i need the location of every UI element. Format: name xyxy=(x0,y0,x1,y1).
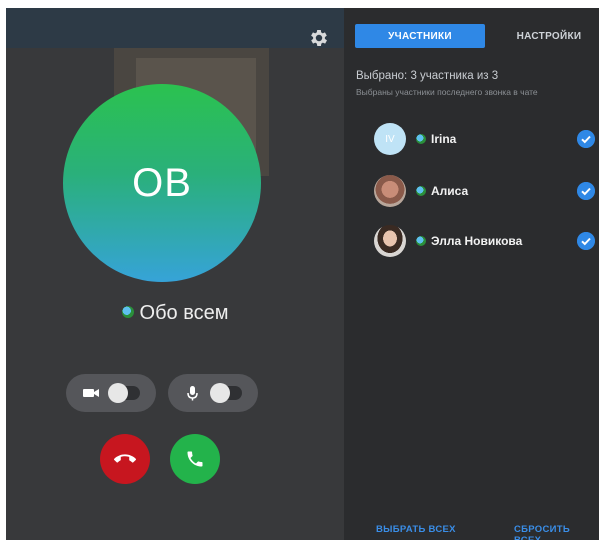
participant-row[interactable]: Алиса xyxy=(344,169,599,213)
avatar-initials: IV xyxy=(385,133,395,145)
participant-row[interactable]: Элла Новикова xyxy=(344,219,599,263)
caller-name-row: Обо всем xyxy=(6,302,344,325)
call-window: OB Обо всем УЧАСТНИКИ НАСТРОЙКИ Выбрано:… xyxy=(6,8,599,540)
microphone-icon xyxy=(187,386,198,401)
participant-name: Элла Новикова xyxy=(431,234,523,248)
accept-call-button[interactable] xyxy=(170,434,220,484)
checkbox-checked-icon[interactable] xyxy=(577,182,595,200)
participant-row[interactable]: IV Irina xyxy=(344,117,599,161)
hangup-icon xyxy=(114,454,136,463)
tab-participants[interactable]: УЧАСТНИКИ xyxy=(355,24,485,48)
globe-icon xyxy=(416,236,426,246)
camera-icon xyxy=(83,389,99,397)
switch-knob xyxy=(210,383,230,403)
globe-icon xyxy=(416,134,426,144)
caller-avatar-initials: OB xyxy=(132,160,192,205)
microphone-toggle[interactable] xyxy=(168,374,258,412)
avatar: IV xyxy=(374,123,406,155)
caller-name: Обо всем xyxy=(139,302,229,324)
tab-settings[interactable]: НАСТРОЙКИ xyxy=(504,24,594,48)
microphone-switch[interactable] xyxy=(210,383,242,403)
camera-switch[interactable] xyxy=(108,383,140,403)
camera-toggle[interactable] xyxy=(66,374,156,412)
globe-icon xyxy=(121,305,134,318)
end-call-button[interactable] xyxy=(100,434,150,484)
phone-icon xyxy=(187,451,203,467)
selection-count: Выбрано: 3 участника из 3 xyxy=(356,70,499,82)
select-all-button[interactable]: ВЫБРАТЬ ВСЕХ xyxy=(376,524,456,535)
avatar xyxy=(374,225,406,257)
call-panel: OB Обо всем xyxy=(6,8,344,540)
video-background-top xyxy=(6,8,344,48)
participant-name: Алиса xyxy=(431,184,469,198)
reset-all-button[interactable]: СБРОСИТЬ ВСЕХ xyxy=(514,524,599,540)
switch-knob xyxy=(108,383,128,403)
participants-actions: ВЫБРАТЬ ВСЕХ СБРОСИТЬ ВСЕХ xyxy=(344,520,599,540)
participants-panel: УЧАСТНИКИ НАСТРОЙКИ Выбрано: 3 участника… xyxy=(344,8,599,540)
checkbox-checked-icon[interactable] xyxy=(577,130,595,148)
avatar xyxy=(374,175,406,207)
globe-icon xyxy=(416,186,426,196)
selection-hint: Выбраны участники последнего звонка в ча… xyxy=(356,87,538,97)
participant-name: Irina xyxy=(431,132,457,146)
gear-icon[interactable] xyxy=(308,27,330,49)
caller-avatar: OB xyxy=(63,84,261,282)
checkbox-checked-icon[interactable] xyxy=(577,232,595,250)
